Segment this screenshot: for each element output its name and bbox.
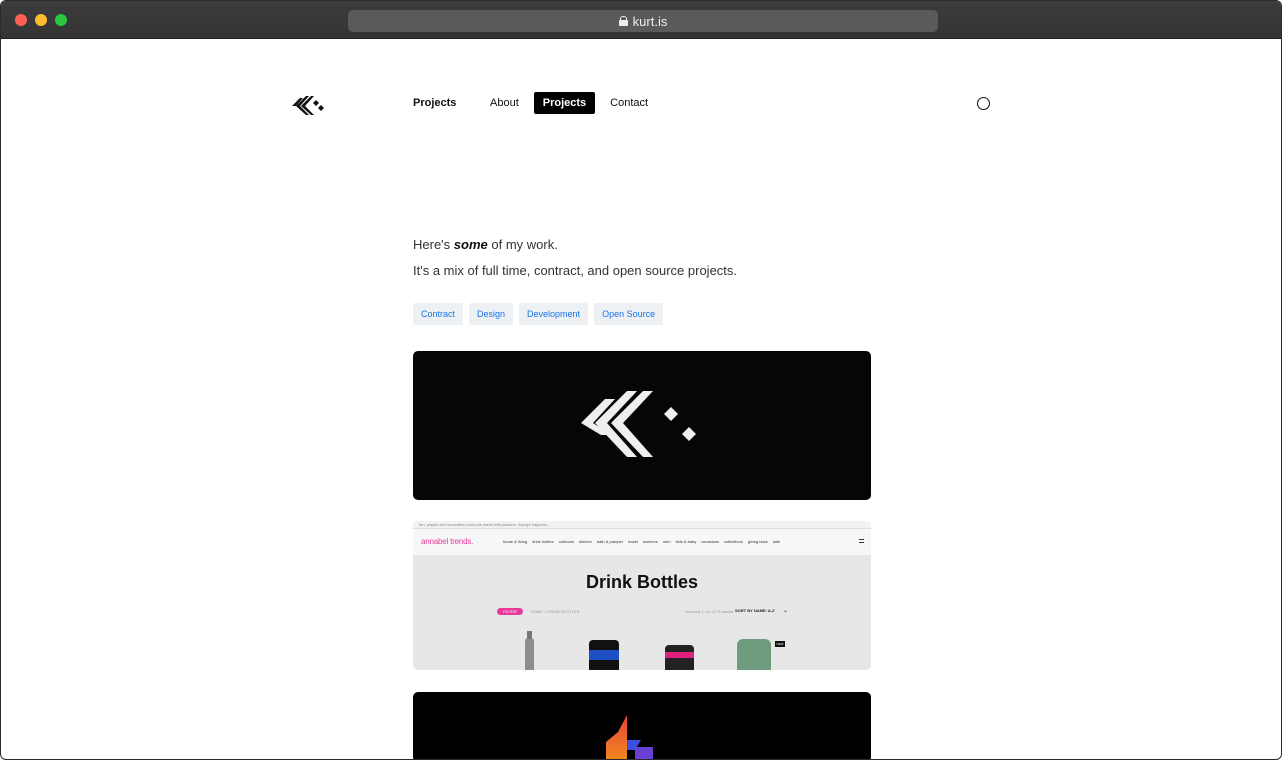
- lock-icon: [618, 16, 628, 26]
- store-result-count: Showing 1–16 of 73 results: [685, 609, 734, 614]
- maximize-window-button[interactable]: [55, 14, 67, 26]
- store-topbar-text: fun, playful and innovative products mad…: [419, 522, 549, 527]
- store-menu-item: collections: [724, 539, 743, 544]
- nav-about[interactable]: About: [481, 92, 528, 114]
- store-filter-button: FILTER: [497, 608, 523, 615]
- close-window-button[interactable]: [15, 14, 27, 26]
- store-menu-item: sale: [772, 539, 781, 544]
- product-jar-green-image: [737, 639, 771, 670]
- minimize-window-button[interactable]: [35, 14, 47, 26]
- store-breadcrumb: HOME > DRINK BOTTLES: [531, 609, 580, 614]
- project-card-kurt-logo[interactable]: [413, 351, 871, 500]
- project-card-partial[interactable]: [413, 692, 871, 759]
- current-section-label: Projects: [413, 97, 457, 109]
- store-menu-item: kitchen: [579, 539, 592, 544]
- store-topbar: fun, playful and innovative products mad…: [413, 521, 871, 529]
- tag-development[interactable]: Development: [519, 303, 589, 325]
- store-brand: annabel trends.: [421, 537, 474, 546]
- store-menu-item: kids & baby: [675, 539, 697, 544]
- store-menu-item: occasions: [701, 539, 720, 544]
- store-menu-item: drink bottles: [532, 539, 554, 544]
- store-menu-item: bath & pamper: [596, 539, 624, 544]
- store-header: annabel trends. home & living drink bott…: [413, 529, 871, 555]
- filter-tags: Contract Design Development Open Source: [413, 303, 664, 325]
- product-cup-pink-image: [665, 645, 694, 670]
- store-menu-item: giving back: [747, 539, 768, 544]
- intro-line-2: It's a mix of full time, contract, and o…: [413, 263, 738, 278]
- tag-open-source[interactable]: Open Source: [594, 303, 664, 325]
- browser-window: kurt.is Projects About Projects Contact …: [0, 0, 1282, 760]
- tag-design[interactable]: Design: [469, 303, 514, 325]
- intro-suffix: of my work.: [487, 237, 558, 252]
- product-bottle-image: [525, 631, 534, 670]
- page-content: Projects About Projects Contact Here's s…: [1, 40, 1281, 759]
- store-menu-item: men: [662, 539, 671, 544]
- store-menu-item: travel: [628, 539, 638, 544]
- nav-contact[interactable]: Contact: [601, 92, 657, 114]
- kurt-logo-icon: [581, 391, 696, 457]
- product-cup-blue-image: [589, 640, 619, 670]
- new-badge: NEW: [775, 641, 785, 647]
- theme-toggle-icon[interactable]: [977, 97, 990, 110]
- main-nav: About Projects Contact: [481, 92, 657, 114]
- site-logo-icon[interactable]: [292, 93, 326, 115]
- address-bar[interactable]: kurt.is: [348, 10, 938, 32]
- store-page-title: Drink Bottles: [585, 572, 699, 592]
- store-menu-item: home & living: [503, 539, 528, 544]
- chevron-down-icon: ⌄: [783, 608, 789, 614]
- intro-prefix: Here's: [413, 237, 454, 252]
- store-menu-item: outdoors: [558, 539, 575, 544]
- store-menu-item: womens: [642, 539, 658, 544]
- store-sort: SORT BY NAME: A-Z: [735, 608, 775, 613]
- browser-titlebar: kurt.is: [1, 1, 1281, 39]
- store-menu: home & living drink bottles outdoors kit…: [503, 539, 780, 544]
- address-bar-url: kurt.is: [632, 13, 668, 29]
- project-logo-icon: [606, 715, 653, 759]
- intro-emphasis: some: [453, 237, 488, 252]
- hamburger-icon: [859, 539, 864, 543]
- intro-line-1: Here's some of my work.: [413, 237, 558, 252]
- project-card-annabel-trends[interactable]: fun, playful and innovative products mad…: [413, 521, 871, 670]
- nav-projects[interactable]: Projects: [533, 92, 596, 114]
- tag-contract[interactable]: Contract: [413, 303, 464, 325]
